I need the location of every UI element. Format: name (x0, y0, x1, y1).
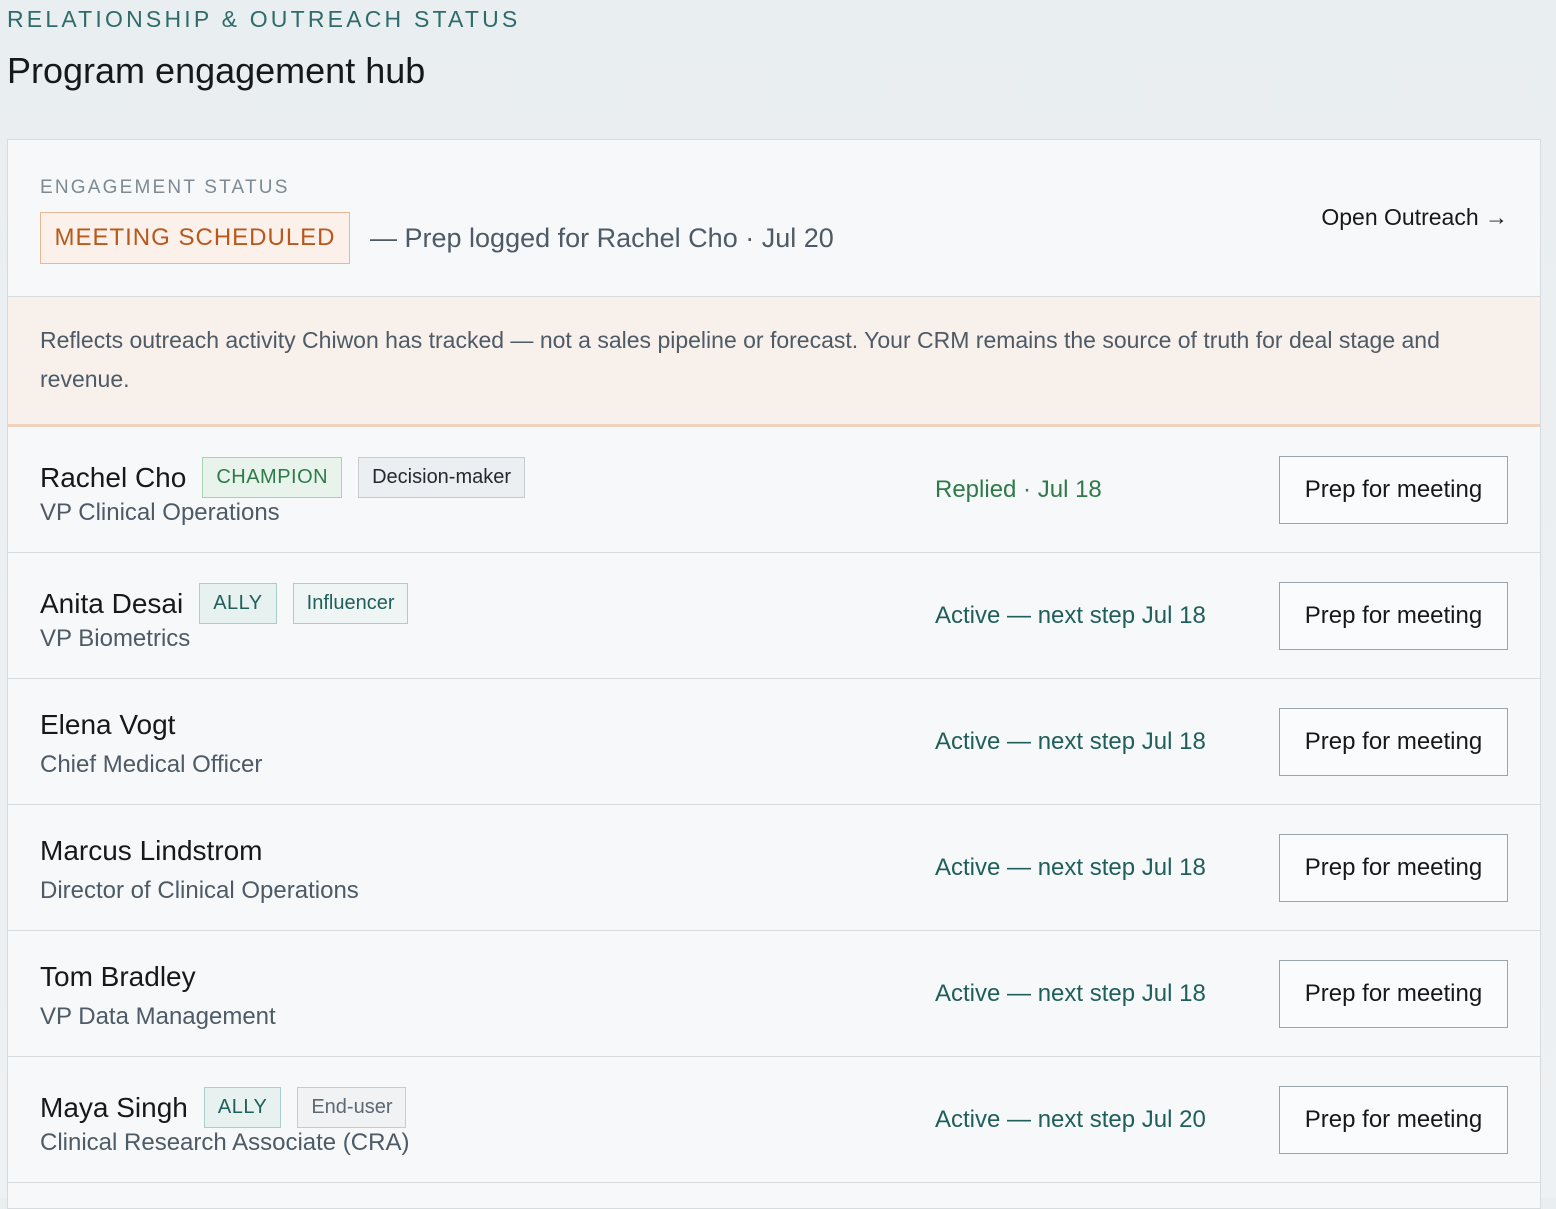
contact-name-line: Tom Bradley (40, 961, 196, 993)
contact-status: Active — next step Jul 18 (935, 854, 1206, 881)
contact-tag-enduser: End-user (297, 1087, 407, 1128)
contact-name-line: Maya Singh ALLY End-user (40, 1087, 407, 1128)
contact-name: Marcus Lindstrom (40, 835, 263, 866)
contact-row: Elena Vogt Chief Medical Officer Active — … (8, 679, 1540, 805)
contact-name: Rachel Cho (40, 461, 187, 493)
contact-title: VP Data Management (40, 1003, 276, 1030)
engagement-status-detail: — Prep logged for Rachel Cho · Jul 20 (370, 223, 834, 253)
contact-row: Tom Bradley VP Data Management Active — ne… (8, 931, 1540, 1057)
contact-name-line: Rachel Cho CHAMPION Decision-maker (40, 457, 526, 498)
contact-tag-ally: ALLY (203, 1087, 282, 1128)
contact-row: Rachel Cho CHAMPION Decision-maker VP Clini… (8, 427, 1540, 553)
contact-status: Active — next step Jul 18 (935, 602, 1206, 629)
prep-for-meeting-button[interactable]: Prep for meeting (1279, 456, 1508, 524)
contact-name-line: Elena Vogt (40, 709, 175, 741)
contact-name: Elena Vogt (40, 709, 176, 740)
contact-tag-ally: ALLY (199, 583, 277, 624)
contact-title: VP Biometrics (40, 625, 191, 652)
contact-tag-role: Decision-maker (358, 457, 526, 498)
contact-row: Marcus Lindstrom Director of Clinical Ope… (8, 805, 1540, 931)
contact-status: Replied · Jul 18 (935, 476, 1102, 503)
contact-name-line: Marcus Lindstrom (40, 835, 263, 867)
prep-for-meeting-button[interactable]: Prep for meeting (1279, 582, 1508, 650)
contact-name: Anita Desai (40, 587, 184, 619)
contact-title: VP Clinical Operations (40, 499, 280, 526)
contact-tag-influencer: Influencer (292, 583, 409, 624)
engagement-status-label: ENGAGEMENT STATUS (40, 177, 290, 198)
contact-name: Tom Bradley (40, 961, 196, 992)
engagement-panel: ENGAGEMENT STATUS MEETING SCHEDULED — Pr… (7, 139, 1541, 1209)
contact-status: Active — next step Jul 18 (935, 980, 1206, 1007)
engagement-status-header: ENGAGEMENT STATUS MEETING SCHEDULED — Pr… (8, 140, 1540, 297)
contact-name-line: Anita Desai ALLY Influencer (40, 583, 409, 624)
prep-for-meeting-button[interactable]: Prep for meeting (1279, 960, 1508, 1028)
meeting-scheduled-badge: MEETING SCHEDULED (40, 212, 350, 264)
contact-name: Maya Singh (40, 1091, 188, 1123)
page-eyebrow: RELATIONSHIP & OUTREACH STATUS (7, 6, 521, 32)
contact-status: Active — next step Jul 20 (935, 1106, 1206, 1133)
prep-for-meeting-button[interactable]: Prep for meeting (1279, 708, 1508, 776)
contact-title: Clinical Research Associate (CRA) (40, 1129, 410, 1156)
page-title: Program engagement hub (7, 50, 426, 91)
prep-for-meeting-button[interactable]: Prep for meeting (1279, 834, 1508, 902)
contact-tag-champion: CHAMPION (202, 457, 343, 498)
contact-list: Rachel Cho CHAMPION Decision-maker VP Clini… (8, 427, 1540, 1183)
contact-status: Active — next step Jul 18 (935, 728, 1206, 755)
contact-row: Anita Desai ALLY Influencer VP Biometrics Ac… (8, 553, 1540, 679)
prep-for-meeting-button[interactable]: Prep for meeting (1279, 1086, 1508, 1154)
disclaimer-notice: Reflects outreach activity Chiwon has tr… (8, 297, 1540, 427)
contact-row: Maya Singh ALLY End-user Clinical Research … (8, 1057, 1540, 1183)
open-outreach-link[interactable]: Open Outreach → (1321, 204, 1508, 231)
contact-title: Chief Medical Officer (40, 751, 263, 778)
contact-title: Director of Clinical Operations (40, 877, 359, 904)
